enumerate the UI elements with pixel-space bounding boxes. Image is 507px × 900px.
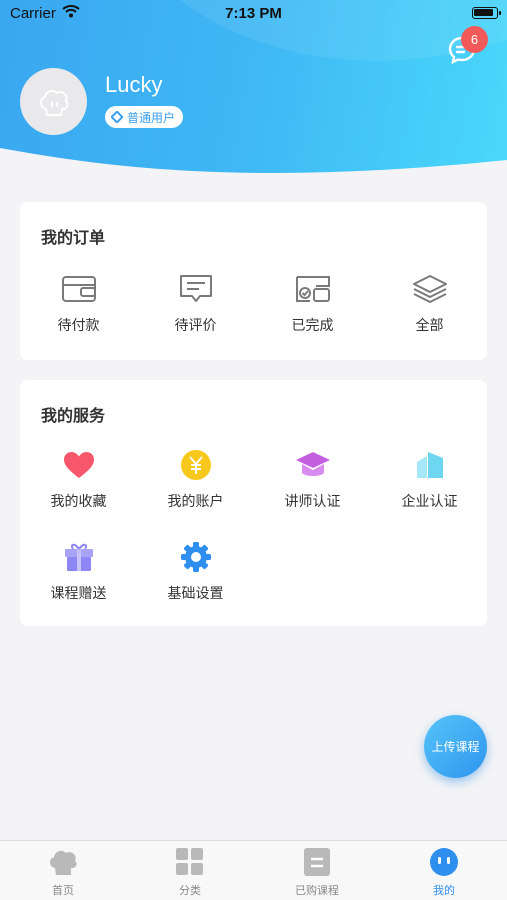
message-count-badge: 6: [461, 26, 488, 53]
status-bar: Carrier 7:13 PM: [0, 0, 507, 28]
layers-icon: [412, 275, 447, 303]
tab-mine-label: 我的: [433, 884, 455, 897]
upload-course-button[interactable]: 上传课程: [424, 715, 487, 778]
tab-purchased-courses[interactable]: 已购课程: [254, 847, 380, 898]
order-pending-payment[interactable]: 待付款: [20, 271, 137, 335]
orders-card: 我的订单 待付款 待评价 已完成 全部: [20, 202, 487, 360]
building-icon: [416, 452, 443, 478]
order-completed[interactable]: 已完成: [254, 271, 371, 335]
service-settings[interactable]: 基础设置: [137, 539, 254, 603]
upload-course-label: 上传课程: [431, 740, 480, 754]
gift-icon: [64, 543, 93, 571]
wallet-icon: [61, 276, 96, 302]
comment-icon: [179, 275, 212, 302]
grid-icon: [176, 848, 203, 875]
service-lecturer-cert[interactable]: 讲师认证: [254, 447, 371, 511]
avatar[interactable]: [20, 68, 87, 135]
graduation-cap-icon: [295, 452, 330, 476]
tab-home[interactable]: 首页: [0, 847, 126, 898]
clock: 7:13 PM: [225, 5, 282, 22]
user-role-label: 普通用户: [127, 110, 176, 125]
tab-purchased-courses-label: 已购课程: [295, 884, 339, 897]
service-enterprise-cert[interactable]: 企业认证: [371, 447, 488, 511]
heart-icon: [63, 452, 94, 478]
service-course-gift[interactable]: 课程赠送: [20, 539, 137, 603]
order-pending-payment-label: 待付款: [57, 318, 100, 334]
yen-coin-icon: [180, 450, 211, 480]
order-all[interactable]: 全部: [371, 271, 488, 335]
service-account-label: 我的账户: [167, 494, 224, 510]
service-account[interactable]: 我的账户: [137, 447, 254, 511]
service-favorites[interactable]: 我的收藏: [20, 447, 137, 511]
service-course-gift-label: 课程赠送: [50, 586, 107, 602]
tab-mine[interactable]: 我的: [381, 847, 507, 898]
service-lecturer-cert-label: 讲师认证: [284, 494, 341, 510]
services-card: 我的服务 我的收藏 我的账户 讲师认证 企业认证 课程赠送 基础设置: [20, 380, 487, 626]
username: Lucky: [105, 72, 163, 97]
tab-home-label: 首页: [52, 884, 74, 897]
chef-hat-icon: [49, 850, 77, 875]
orders-title: 我的订单: [41, 228, 106, 247]
document-icon: [304, 848, 330, 876]
service-favorites-label: 我的收藏: [50, 494, 107, 510]
user-role-badge: 普通用户: [105, 106, 184, 128]
order-pending-review[interactable]: 待评价: [137, 271, 254, 335]
tab-bar: 首页 分类 已购课程 我的: [0, 840, 507, 900]
default-avatar-icon: [39, 89, 69, 116]
smiley-face-icon: [430, 848, 458, 876]
order-pending-review-label: 待评价: [174, 318, 217, 334]
service-enterprise-cert-label: 企业认证: [401, 494, 458, 510]
tab-category[interactable]: 分类: [127, 847, 253, 898]
service-settings-label: 基础设置: [167, 586, 224, 602]
order-completed-label: 已完成: [291, 318, 334, 334]
services-title: 我的服务: [41, 406, 106, 425]
battery-icon: [472, 7, 501, 19]
completed-card-icon: [295, 276, 330, 302]
diamond-icon: [111, 111, 123, 123]
gear-icon: [180, 542, 211, 572]
order-all-label: 全部: [415, 318, 444, 334]
tab-category-label: 分类: [179, 884, 201, 897]
